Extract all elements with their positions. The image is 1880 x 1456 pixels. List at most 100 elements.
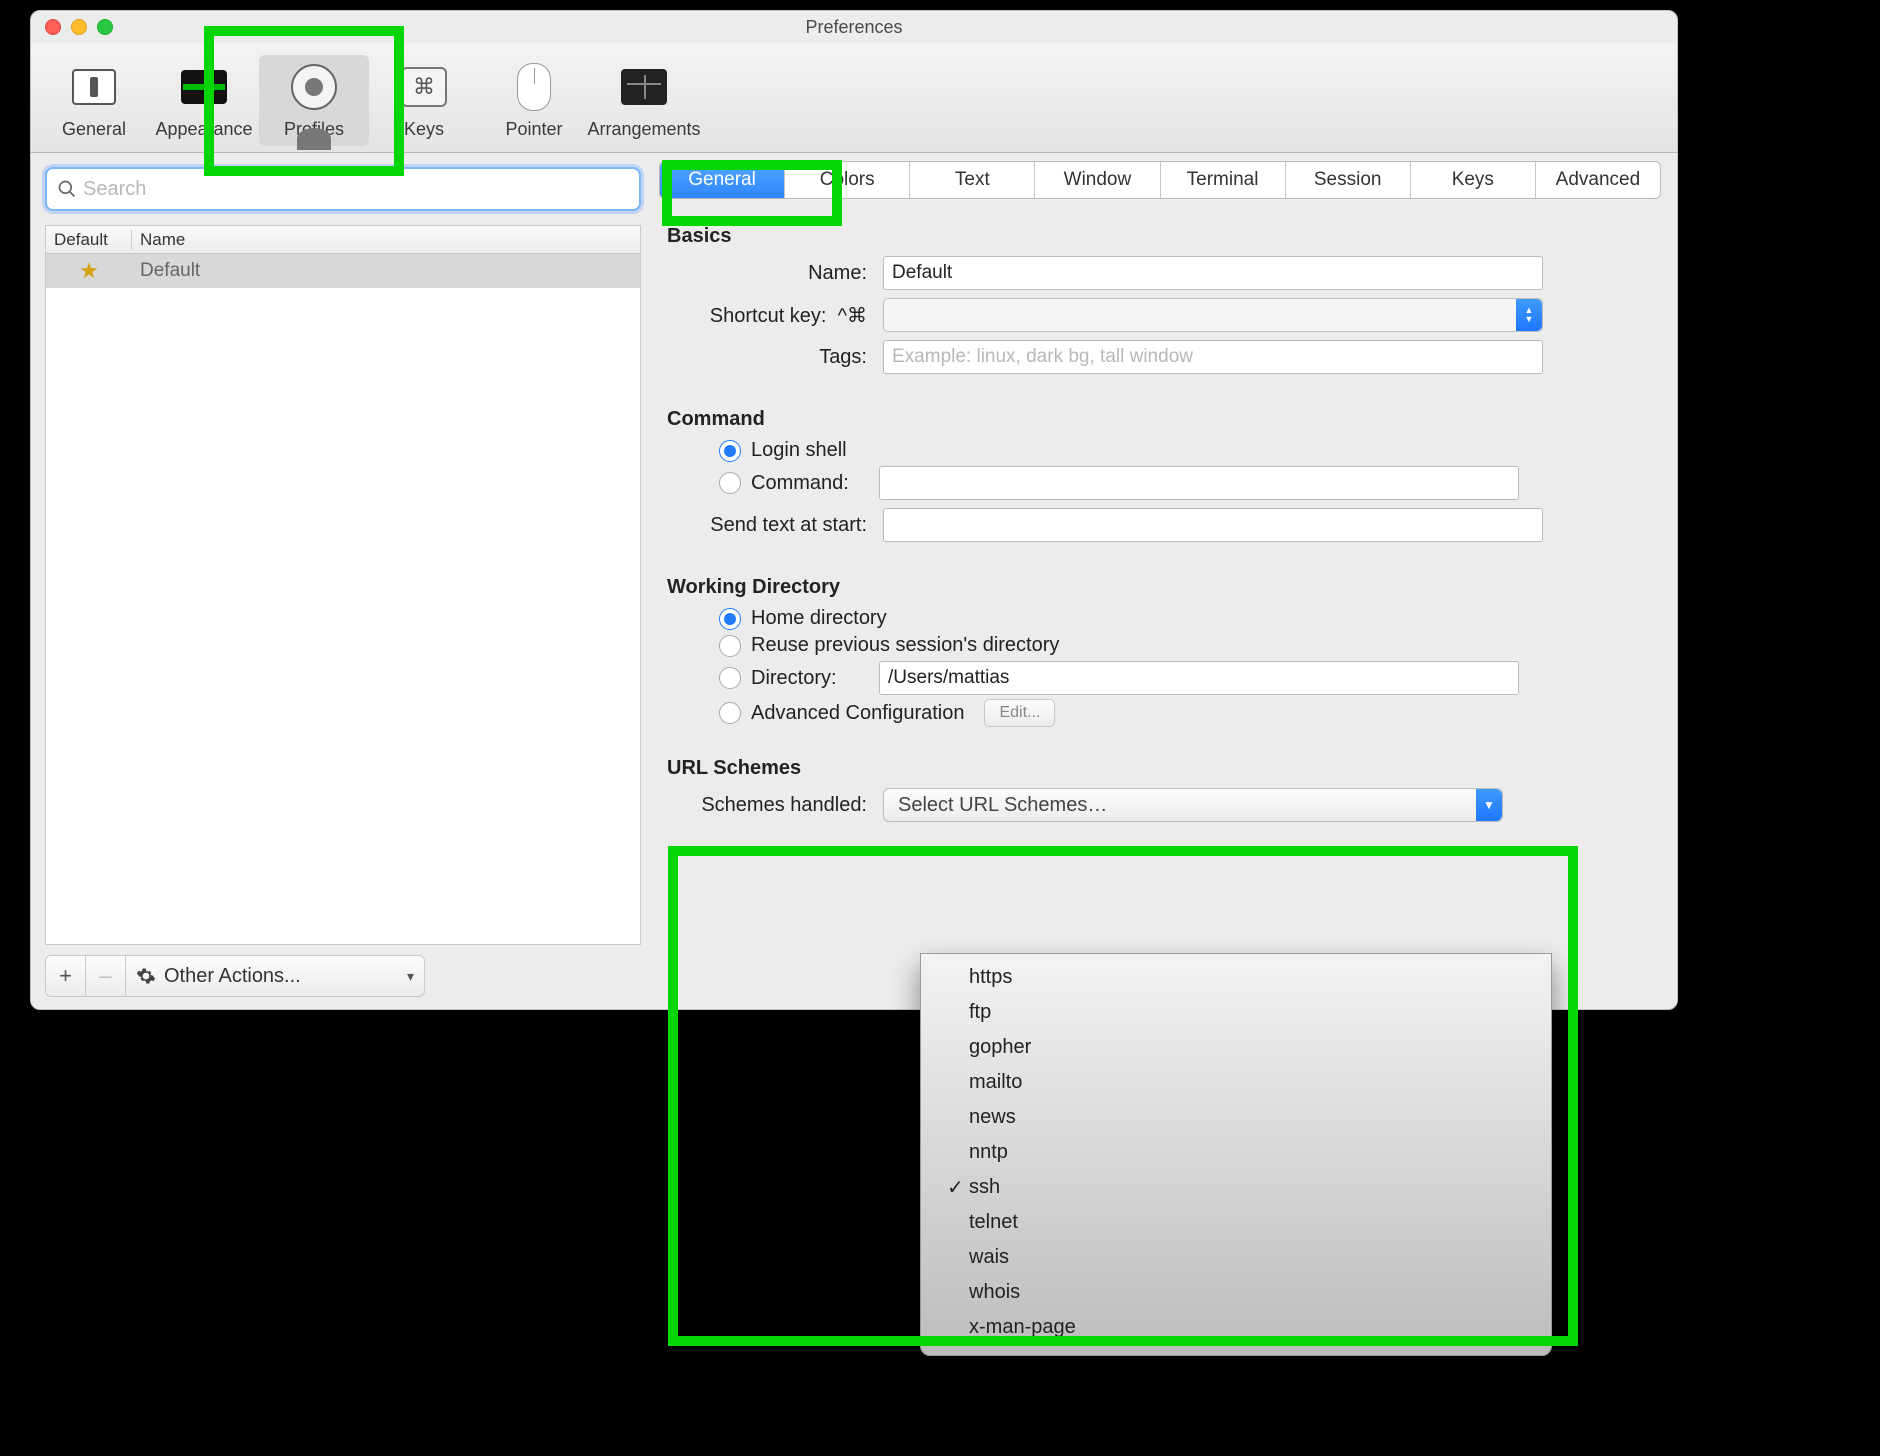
schemes-option[interactable]: wais xyxy=(921,1240,1551,1275)
preferences-window: Preferences General Appearance Profiles … xyxy=(30,10,1678,1010)
profiles-table-header: Default Name xyxy=(45,225,641,253)
shortcut-label: Shortcut key: ^⌘ xyxy=(659,303,883,328)
tab-window[interactable]: Window xyxy=(1035,162,1160,198)
schemes-option-label: https xyxy=(969,966,1012,989)
schemes-option-label: mailto xyxy=(969,1071,1022,1094)
home-dir-label: Home directory xyxy=(751,607,887,630)
shortcut-select[interactable]: ▲▼ xyxy=(883,298,1543,332)
tab-keys[interactable]: Keys xyxy=(1411,162,1536,198)
login-shell-label: Login shell xyxy=(751,439,847,462)
toolbar-item-appearance[interactable]: Appearance xyxy=(149,55,259,146)
gear-icon xyxy=(136,966,156,986)
profiles-sidebar: Default Name ★ Default + – Other Actions… xyxy=(31,153,651,1009)
schemes-select[interactable]: Select URL Schemes… ▼ xyxy=(883,788,1503,822)
add-profile-button[interactable]: + xyxy=(46,956,86,996)
toolbar-item-profiles[interactable]: Profiles xyxy=(259,55,369,146)
directory-radio[interactable]: Directory: xyxy=(719,661,1661,695)
advanced-config-radio[interactable]: Advanced Configuration Edit... xyxy=(719,699,1661,727)
radio-icon xyxy=(719,472,741,494)
search-input[interactable] xyxy=(83,178,629,201)
tab-terminal[interactable]: Terminal xyxy=(1161,162,1286,198)
schemes-option[interactable]: ✓ssh xyxy=(921,1170,1551,1205)
command-heading: Command xyxy=(667,408,1661,431)
command-icon: ⌘ xyxy=(398,61,450,113)
schemes-option-label: x-man-page xyxy=(969,1316,1076,1339)
star-icon: ★ xyxy=(79,258,99,284)
schemes-option[interactable]: gopher xyxy=(921,1030,1551,1065)
schemes-option[interactable]: whois xyxy=(921,1275,1551,1310)
preferences-body: Default Name ★ Default + – Other Actions… xyxy=(31,153,1677,1009)
tab-advanced[interactable]: Advanced xyxy=(1536,162,1660,198)
directory-input[interactable] xyxy=(879,661,1519,695)
search-icon xyxy=(57,179,77,199)
toolbar-label: General xyxy=(62,119,126,140)
sendtext-input[interactable] xyxy=(883,508,1543,542)
workdir-heading: Working Directory xyxy=(667,576,1661,599)
schemes-option-label: whois xyxy=(969,1281,1020,1304)
schemes-option[interactable]: https xyxy=(921,960,1551,995)
column-default[interactable]: Default xyxy=(46,230,132,250)
schemes-option[interactable]: nntp xyxy=(921,1135,1551,1170)
schemes-select-text: Select URL Schemes… xyxy=(898,794,1107,817)
advanced-config-label: Advanced Configuration xyxy=(751,702,964,725)
command-radio[interactable]: Command: xyxy=(719,466,1661,500)
schemes-option-label: news xyxy=(969,1106,1016,1129)
chevron-down-icon: ▼ xyxy=(1476,789,1502,821)
schemes-option-label: gopher xyxy=(969,1036,1031,1059)
toolbar-label: Arrangements xyxy=(587,119,700,140)
schemes-option[interactable]: x-man-page xyxy=(921,1310,1551,1345)
schemes-option-label: ftp xyxy=(969,1001,991,1024)
section-command: Command Login shell Command: Send text a… xyxy=(659,398,1661,550)
basics-heading: Basics xyxy=(667,225,1661,248)
tab-colors[interactable]: Colors xyxy=(785,162,910,198)
schemes-option-label: ssh xyxy=(969,1176,1000,1199)
reuse-dir-label: Reuse previous session's directory xyxy=(751,634,1059,657)
tab-text[interactable]: Text xyxy=(910,162,1035,198)
reuse-dir-radio[interactable]: Reuse previous session's directory xyxy=(719,634,1661,657)
profiles-table[interactable]: ★ Default xyxy=(45,253,641,945)
schemes-option[interactable]: telnet xyxy=(921,1205,1551,1240)
other-actions-menu[interactable]: Other Actions... ▾ xyxy=(126,956,424,996)
toolbar-item-arrangements[interactable]: Arrangements xyxy=(589,55,699,146)
checkmark-icon: ✓ xyxy=(947,1175,969,1200)
column-name[interactable]: Name xyxy=(132,230,640,250)
name-label: Name: xyxy=(659,262,883,285)
toolbar-item-pointer[interactable]: Pointer xyxy=(479,55,589,146)
schemes-dropdown[interactable]: httpsftpgophermailtonewsnntp✓sshtelnetwa… xyxy=(920,953,1552,1356)
schemes-option-label: wais xyxy=(969,1246,1009,1269)
toolbar-item-general[interactable]: General xyxy=(39,55,149,146)
tab-general[interactable]: General xyxy=(660,162,785,198)
schemes-option[interactable]: mailto xyxy=(921,1065,1551,1100)
schemes-option[interactable]: ftp xyxy=(921,995,1551,1030)
switch-icon xyxy=(68,61,120,113)
schemes-label: Schemes handled: xyxy=(659,794,883,817)
profiles-search[interactable] xyxy=(45,167,641,211)
appearance-icon xyxy=(178,61,230,113)
profile-tabs: General Colors Text Window Terminal Sess… xyxy=(659,161,1661,199)
toolbar-item-keys[interactable]: ⌘ Keys xyxy=(369,55,479,146)
command-label: Command: xyxy=(751,472,869,495)
radio-icon xyxy=(719,635,741,657)
directory-label: Directory: xyxy=(751,667,869,690)
profile-row[interactable]: ★ Default xyxy=(46,254,640,288)
radio-icon xyxy=(719,608,741,630)
name-input[interactable] xyxy=(883,256,1543,290)
command-input[interactable] xyxy=(879,466,1519,500)
edit-button[interactable]: Edit... xyxy=(984,699,1055,727)
stepper-arrows-icon: ▲▼ xyxy=(1516,299,1542,331)
login-shell-radio[interactable]: Login shell xyxy=(719,439,1661,462)
toolbar-label: Appearance xyxy=(155,119,252,140)
other-actions-label: Other Actions... xyxy=(164,965,301,988)
section-basics: Basics Name: Shortcut key: ^⌘ ▲▼ xyxy=(659,215,1661,382)
remove-profile-button[interactable]: – xyxy=(86,956,126,996)
tags-input[interactable] xyxy=(883,340,1543,374)
tab-session[interactable]: Session xyxy=(1286,162,1411,198)
profiles-footer: + – Other Actions... ▾ xyxy=(45,955,425,997)
radio-icon xyxy=(719,702,741,724)
profile-detail: General Colors Text Window Terminal Sess… xyxy=(651,153,1677,1009)
home-dir-radio[interactable]: Home directory xyxy=(719,607,1661,630)
profile-icon xyxy=(288,61,340,113)
schemes-option[interactable]: news xyxy=(921,1100,1551,1135)
tags-label: Tags: xyxy=(659,346,883,369)
chevron-down-icon: ▾ xyxy=(407,968,414,985)
